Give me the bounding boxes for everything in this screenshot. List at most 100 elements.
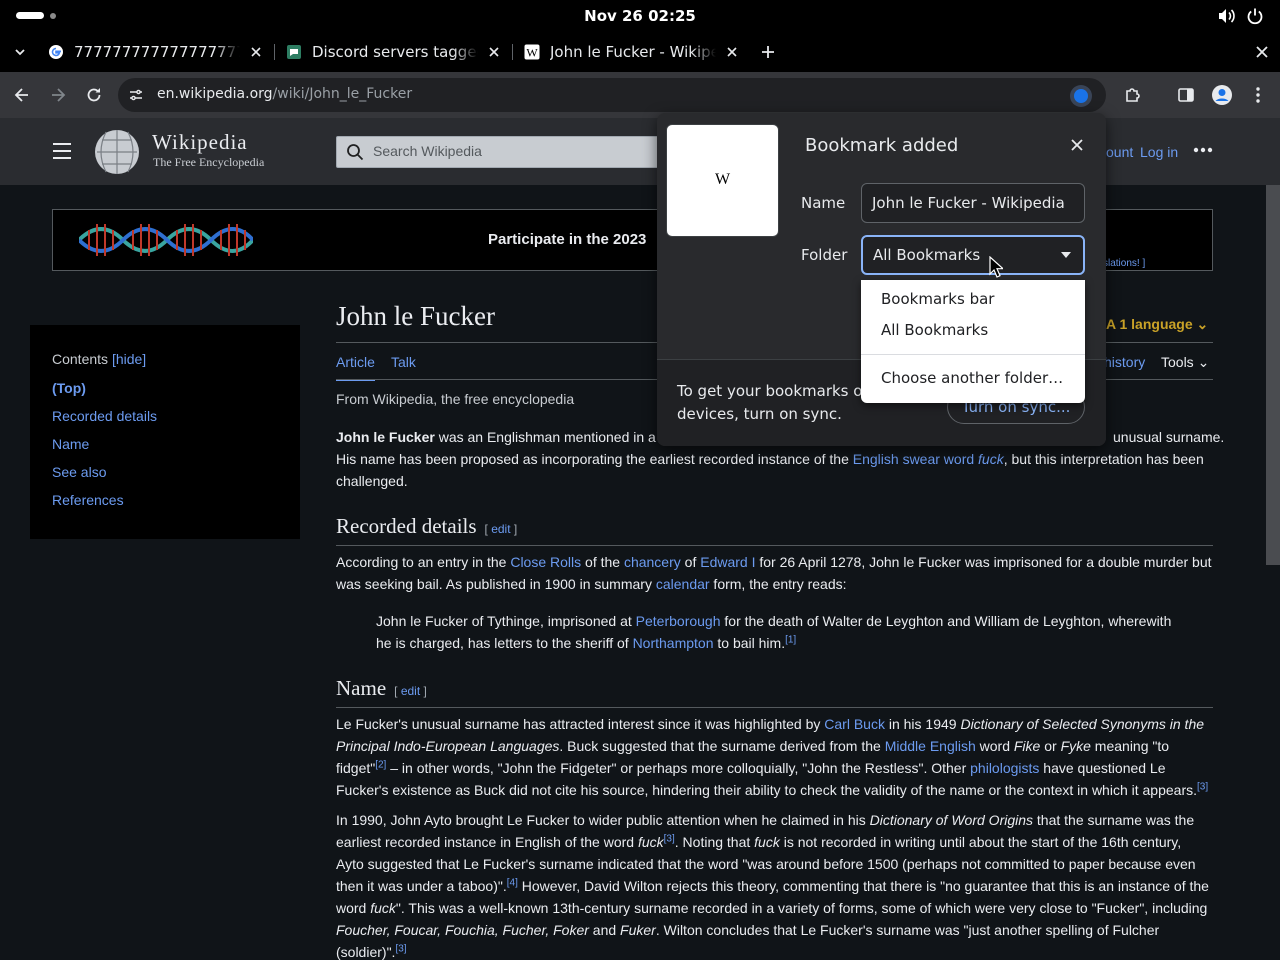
site-info-tune-icon[interactable] [128, 87, 144, 103]
calendar-link[interactable]: calendar [656, 576, 710, 592]
toc-title: Contents [hide] [52, 351, 146, 367]
toc-item-name[interactable]: Name [52, 436, 89, 452]
folder-option-all-bookmarks[interactable]: All Bookmarks [881, 321, 988, 339]
wikipedia-tagline: The Free Encyclopedia [153, 155, 265, 169]
reference-1-link[interactable]: [1] [785, 634, 796, 645]
login-link[interactable]: Log in [1140, 144, 1178, 160]
workspace-indicator[interactable] [50, 13, 56, 19]
bookmark-name-field[interactable]: John le Fucker - Wikipedia [861, 183, 1085, 223]
mouse-cursor-icon [989, 256, 1003, 278]
translate-icon: A [1106, 316, 1116, 332]
tab-talk[interactable]: Talk [391, 351, 416, 373]
toc-item-top[interactable]: (Top) [52, 380, 86, 396]
text: Le Fucker's unusual surname has attracte… [336, 716, 825, 732]
tab-article[interactable]: Article [336, 351, 375, 381]
tab-search-chevron-icon[interactable] [12, 44, 28, 60]
tab-title: Discord servers tagged with [312, 43, 478, 61]
banner-link[interactable]: slations! ] [1103, 258, 1145, 269]
italic-word: fuck [754, 834, 780, 850]
text: of the [581, 554, 624, 570]
reload-icon[interactable] [84, 85, 104, 105]
more-menu-icon[interactable] [1248, 85, 1268, 105]
extensions-puzzle-icon[interactable] [1123, 85, 1143, 105]
side-panel-icon[interactable] [1176, 85, 1196, 105]
folder-select-value: All Bookmarks [873, 246, 981, 264]
text: In 1990, John Ayto brought Le Fucker to … [336, 812, 870, 828]
url-path: /wiki/John_le_Fucker [272, 86, 413, 102]
folder-option-bookmarks-bar[interactable]: Bookmarks bar [881, 290, 994, 308]
toc-item-see-also[interactable]: See also [52, 464, 106, 480]
middle-english-link[interactable]: Middle English [885, 738, 976, 754]
reference-2-link[interactable]: [2] [375, 759, 386, 770]
clock[interactable]: Nov 26 02:25 [540, 7, 740, 25]
browser-toolbar: en.wikipedia.org/wiki/John_le_Fucker [0, 72, 1280, 118]
close-tab-icon[interactable] [248, 44, 264, 60]
close-tab-icon[interactable] [486, 44, 502, 60]
page-scrollbar[interactable] [1266, 185, 1280, 565]
wikipedia-globe-logo-icon[interactable] [92, 128, 142, 176]
folder-select[interactable]: All Bookmarks [861, 235, 1085, 275]
text: – in other words, "John the Fidgeter" or… [386, 760, 971, 776]
edit-section-link[interactable]: edit [491, 522, 510, 536]
edit-section-link[interactable]: edit [401, 684, 420, 698]
volume-icon[interactable] [1216, 6, 1236, 26]
book-title: Principal Indo-European Languages [336, 738, 560, 754]
address-bar[interactable]: en.wikipedia.org/wiki/John_le_Fucker [118, 78, 1106, 112]
italic-word: fuck [370, 900, 396, 916]
workspace-indicator-active[interactable] [16, 12, 44, 19]
create-account-link[interactable]: ount [1106, 144, 1133, 160]
tools-menu[interactable]: Tools ⌄ [1161, 351, 1209, 373]
italic-word: Fuker [620, 922, 656, 938]
hamburger-menu-icon[interactable] [52, 142, 72, 160]
reference-4-link[interactable]: [4] [507, 877, 518, 888]
new-tab-plus-icon[interactable] [759, 43, 777, 61]
user-menu-ellipsis-icon[interactable] [1193, 146, 1213, 154]
carl-buck-link[interactable]: Carl Buck [824, 716, 885, 732]
folder-option-choose-another[interactable]: Choose another folder… [881, 369, 1063, 387]
close-rolls-link[interactable]: Close Rolls [510, 554, 581, 570]
url-text[interactable]: en.wikipedia.org/wiki/John_le_Fucker [157, 86, 412, 102]
chancery-link[interactable]: chancery [624, 554, 681, 570]
peterborough-link[interactable]: Peterborough [636, 613, 721, 629]
svg-text:W: W [526, 46, 538, 60]
toc-hide-link[interactable]: [hide] [112, 351, 146, 367]
edward-i-link[interactable]: Edward I [700, 554, 755, 570]
tab-talk-label: Talk [391, 354, 416, 370]
philologists-link[interactable]: philologists [970, 760, 1039, 776]
profile-avatar-icon[interactable] [1211, 84, 1233, 106]
text: John le Fucker of Tythinge, imprisoned a… [376, 613, 636, 629]
text: that the surname was the [1033, 812, 1195, 828]
tab-google[interactable]: 7777777777777777777777 [48, 36, 264, 68]
text: for 26 April 1278, John le Fucker was im… [755, 554, 1212, 570]
article-title: John le Fucker [336, 301, 495, 331]
toc-item-recorded-details[interactable]: Recorded details [52, 408, 157, 424]
english-swear-word-link[interactable]: English swear word [853, 451, 974, 467]
northampton-link[interactable]: Northampton [633, 635, 714, 651]
bookmark-star-active-icon[interactable] [1069, 84, 1093, 108]
fuck-link[interactable]: fuck [978, 451, 1004, 467]
close-tab-icon[interactable] [724, 44, 740, 60]
language-button[interactable]: A 1 language ⌄ [1106, 313, 1208, 335]
wikipedia-wordmark[interactable]: Wikipedia [152, 130, 248, 155]
reference-3-link[interactable]: [3] [1197, 781, 1208, 792]
toc-item-references[interactable]: References [52, 492, 124, 508]
close-window-icon[interactable] [1253, 43, 1271, 61]
power-icon[interactable] [1245, 6, 1265, 26]
tab-discord-servers[interactable]: Discord servers tagged with [286, 36, 502, 68]
os-top-bar: Nov 26 02:25 [0, 0, 1280, 32]
blockquote: John le Fucker of Tythinge, imprisoned a… [376, 610, 1176, 654]
text: of [680, 554, 701, 570]
tab-view-history[interactable]: history [1104, 351, 1145, 373]
wiki-search-input[interactable]: Search Wikipedia [336, 136, 666, 168]
back-arrow-icon[interactable] [12, 85, 32, 105]
reference-3-link[interactable]: [3] [395, 943, 406, 954]
tab-wikipedia-active[interactable]: W John le Fucker - Wikipedia [524, 36, 740, 68]
reference-3-link[interactable]: [3] [664, 833, 675, 844]
text: According to an entry in the [336, 554, 511, 570]
forward-arrow-icon[interactable] [48, 85, 68, 105]
folder-label: Folder [801, 246, 848, 264]
close-icon[interactable] [1067, 135, 1087, 155]
lead-text: , but this interpretation has been [1003, 451, 1204, 467]
text: or [1040, 738, 1061, 754]
tools-label: Tools [1161, 354, 1194, 370]
